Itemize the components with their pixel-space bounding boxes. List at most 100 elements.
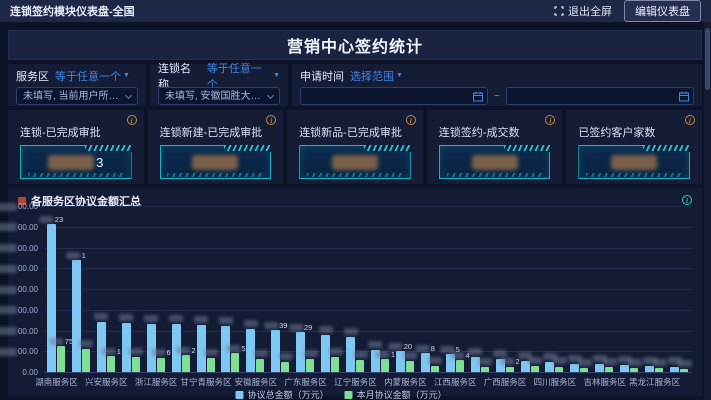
bar-series2 xyxy=(256,359,264,372)
x-axis-label: 四川服务区 xyxy=(534,376,577,388)
redacted-label-patch xyxy=(389,343,403,350)
legend-item[interactable]: 协议总金额（万元） xyxy=(236,388,329,400)
topbar: 连锁签约模块仪表盘-全国 退出全屏 编辑仪表盘 xyxy=(0,0,711,22)
info-icon[interactable]: i xyxy=(406,115,416,125)
dashboard-banner: 营销中心签约统计 xyxy=(8,30,702,60)
filter-apply-time-label: 申请时间 xyxy=(300,68,344,84)
bar-series2 xyxy=(406,361,414,372)
redacted-label-patch xyxy=(344,328,358,335)
bar-value-label xyxy=(678,360,692,367)
kpi-value-box xyxy=(160,145,272,179)
bar-series2 xyxy=(630,368,638,372)
bar-chart-plot: 23751162539291208542 xyxy=(44,206,692,372)
redacted-label-patch xyxy=(0,223,17,231)
redacted-label-patch xyxy=(219,317,233,324)
redacted-label-patch xyxy=(67,252,81,259)
y-tick-label: 00.00 xyxy=(0,347,38,356)
bar-value-text: 20 xyxy=(404,342,412,351)
kpi-card: i连锁新建-已完成审批 xyxy=(148,110,284,184)
bar-value-label xyxy=(94,313,108,320)
redacted-label-patch xyxy=(493,350,507,357)
bar-value-label: 2 xyxy=(500,357,519,366)
service-area-select-value: 未填写, 当前用户所处部门, 当前部... xyxy=(23,88,121,105)
bar-value-label xyxy=(468,348,482,355)
filter-apply-time-operator[interactable]: 选择范围 ▼ xyxy=(350,68,403,84)
bar-series2 xyxy=(655,368,663,372)
kpi-value-box xyxy=(299,145,411,179)
kpi-card: i连锁新品-已完成审批 xyxy=(287,110,423,184)
bar-series2 xyxy=(82,349,90,372)
edit-dashboard-button[interactable]: 编辑仪表盘 xyxy=(624,0,701,22)
y-tick-text: 00.00 xyxy=(18,223,38,232)
bar-value-text: 6 xyxy=(167,348,171,357)
bar-value-label xyxy=(144,315,158,322)
bar-value-label xyxy=(254,350,268,357)
legend-label: 协议总金额（万元） xyxy=(248,388,329,400)
info-icon[interactable]: i xyxy=(127,115,137,125)
x-axis-label: 黑龙江服务区 xyxy=(629,376,680,388)
chart-legend: 协议总金额（万元） 本月协议金额（万元） xyxy=(236,388,447,400)
bar-series2 xyxy=(306,359,314,372)
dashboard-title: 营销中心签约统计 xyxy=(287,33,423,57)
redacted-label-patch xyxy=(368,341,382,348)
exit-fullscreen-button[interactable]: 退出全屏 xyxy=(554,3,612,19)
gridline xyxy=(44,227,692,228)
bar-value-label xyxy=(403,352,417,359)
bar-value-label xyxy=(603,358,617,365)
bar-value-label xyxy=(368,341,382,348)
bar-series2 xyxy=(281,362,289,372)
info-icon[interactable]: i xyxy=(545,115,555,125)
filter-service-area-operator[interactable]: 等于任意一个 ▼ xyxy=(55,68,130,84)
end-date-input[interactable] xyxy=(506,87,694,105)
x-axis-label: 内蒙服务区 xyxy=(384,376,427,388)
redacted-label-patch xyxy=(129,348,143,355)
redacted-label-patch xyxy=(500,358,514,365)
x-axis-label: 湖南服务区 xyxy=(35,376,78,388)
gridline xyxy=(44,310,692,311)
chain-name-select[interactable]: 未填写, 安徽国胜大药房连锁有限公... xyxy=(158,87,280,105)
y-tick-label: 00.00 xyxy=(0,223,38,232)
scrollbar[interactable] xyxy=(704,22,711,400)
info-icon[interactable]: i xyxy=(266,115,276,125)
bar-value-label: 39 xyxy=(264,321,287,330)
scrollbar-thumb[interactable] xyxy=(705,28,710,90)
chevron-down-icon: ▼ xyxy=(396,72,403,79)
y-tick-label: 00.00 xyxy=(0,244,38,253)
fullscreen-exit-icon xyxy=(554,6,564,16)
redacted-label-patch xyxy=(376,351,390,358)
start-date-input[interactable] xyxy=(300,87,488,105)
chart-info-icon[interactable]: i xyxy=(682,195,692,205)
bar-series2 xyxy=(132,357,140,372)
bar-series2 xyxy=(680,369,688,372)
bar-value-label xyxy=(279,353,293,360)
x-axis-label: 广西服务区 xyxy=(484,376,527,388)
redacted-label-patch xyxy=(204,349,218,356)
kpi-title: 连锁-已完成审批 xyxy=(20,124,132,140)
legend-item[interactable]: 本月协议金额（万元） xyxy=(345,388,447,400)
x-axis-label: 吉林服务区 xyxy=(584,376,627,388)
redacted-label-patch xyxy=(119,314,133,321)
redacted-label-patch xyxy=(354,351,368,358)
redacted-label-patch xyxy=(264,322,278,329)
y-tick-text: 00.00 xyxy=(18,306,38,315)
y-tick-label: 00.00 xyxy=(0,264,38,273)
chevron-down-icon: ▼ xyxy=(123,72,130,79)
bar-series2 xyxy=(456,360,464,372)
kpi-card: i已签约客户家数 xyxy=(566,110,702,184)
x-axis-label: 浙江服务区 xyxy=(135,376,178,388)
date-range-separator: ~ xyxy=(494,91,500,102)
bar-value-label xyxy=(244,320,258,327)
chain-name-select-value: 未填写, 安徽国胜大药房连锁有限公... xyxy=(165,88,263,105)
bar-value-label: 4 xyxy=(451,351,470,360)
redacted-label-patch xyxy=(194,316,208,323)
bar-value-text: 23 xyxy=(55,215,63,224)
info-icon[interactable]: i xyxy=(685,115,695,125)
kpi-value-box xyxy=(578,145,690,179)
bar-series2 xyxy=(381,359,389,372)
gridline xyxy=(44,248,692,249)
filter-chain-name: 连锁名称 等于任意一个 ▼ 未填写, 安徽国胜大药房连锁有限公... xyxy=(150,64,288,106)
redacted-label-patch xyxy=(144,315,158,322)
x-axis-label: 广东服务区 xyxy=(284,376,327,388)
service-area-select[interactable]: 未填写, 当前用户所处部门, 当前部... xyxy=(16,87,138,105)
kpi-title: 连锁新建-已完成审批 xyxy=(160,124,272,140)
